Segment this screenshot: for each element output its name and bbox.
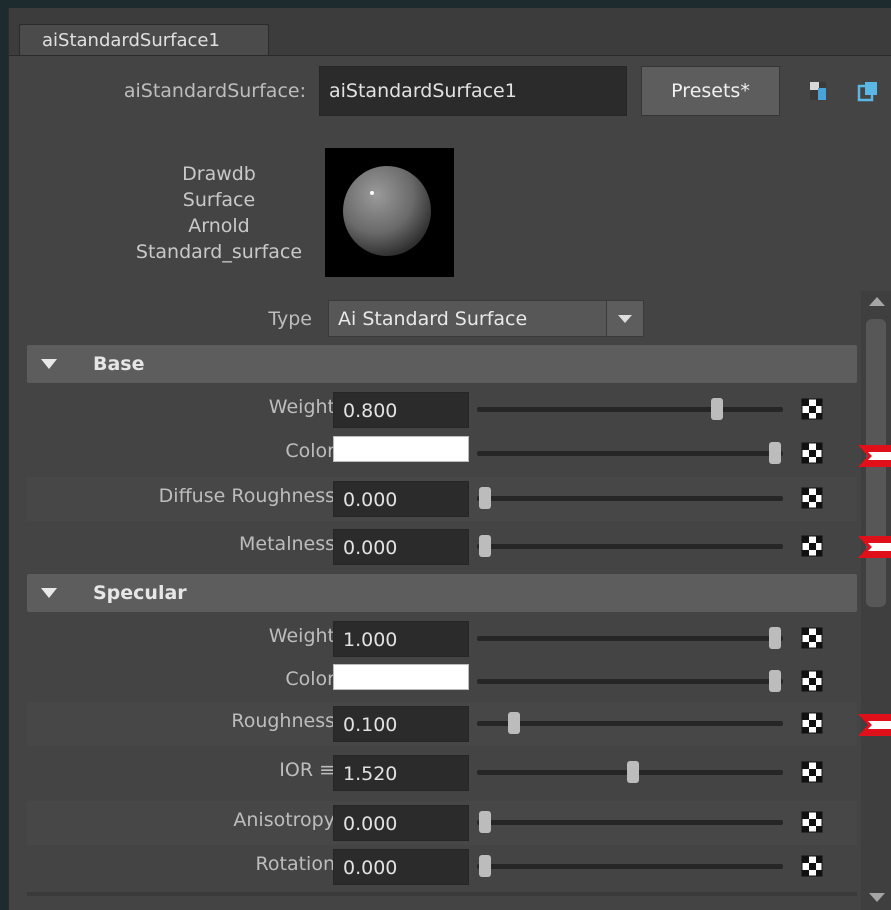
slider-track[interactable] bbox=[477, 761, 783, 783]
collapse-triangle-icon[interactable] bbox=[41, 359, 57, 369]
type-dropdown[interactable]: Ai Standard Surface bbox=[328, 300, 644, 337]
tab-bar: aiStandardSurface1 bbox=[9, 8, 891, 56]
slider-track[interactable] bbox=[477, 487, 783, 509]
attr-row-ior: IOR ≡ 1.520 bbox=[27, 751, 857, 795]
slider-track[interactable] bbox=[477, 811, 783, 833]
keyframe-marker-icon bbox=[858, 714, 891, 736]
slider-handle[interactable] bbox=[769, 442, 781, 464]
keyframe-marker-icon bbox=[858, 536, 891, 558]
attribute-editor-panel: aiStandardSurface1 aiStandardSurface: ai… bbox=[8, 8, 891, 910]
color-swatch[interactable] bbox=[333, 436, 469, 462]
slider-track[interactable] bbox=[477, 670, 783, 692]
anisotropy-field[interactable]: 0.000 bbox=[333, 805, 469, 841]
swatch-label-line: Arnold bbox=[188, 215, 250, 237]
map-texture-icon[interactable] bbox=[801, 627, 823, 649]
map-texture-icon[interactable] bbox=[801, 442, 823, 464]
slider-handle[interactable] bbox=[479, 855, 491, 877]
slider-track[interactable] bbox=[477, 535, 783, 557]
slider-handle[interactable] bbox=[711, 398, 723, 420]
tab-aistandardsurface1[interactable]: aiStandardSurface1 bbox=[19, 24, 269, 56]
rotation-field[interactable]: 0.000 bbox=[333, 849, 469, 885]
slider-handle[interactable] bbox=[479, 535, 491, 557]
attr-label: Diffuse Roughness bbox=[158, 485, 335, 507]
tab-divider bbox=[9, 55, 891, 56]
attr-row-specular-color: Color bbox=[27, 660, 857, 704]
map-texture-icon[interactable] bbox=[801, 398, 823, 420]
attr-label: Roughness bbox=[231, 710, 335, 732]
specular-weight-field[interactable]: 1.000 bbox=[333, 621, 469, 657]
metalness-field[interactable]: 0.000 bbox=[333, 529, 469, 565]
slider-handle[interactable] bbox=[479, 487, 491, 509]
attr-row-specular-weight: Weight 1.000 bbox=[27, 617, 857, 661]
slider-handle[interactable] bbox=[626, 761, 639, 783]
chevron-down-icon[interactable] bbox=[606, 301, 643, 336]
swatch-label-line: Surface bbox=[182, 189, 256, 211]
slider-track[interactable] bbox=[477, 855, 783, 877]
scroll-up-arrow-icon[interactable] bbox=[869, 297, 885, 306]
map-texture-icon[interactable] bbox=[801, 855, 823, 877]
color-swatch[interactable] bbox=[333, 664, 469, 690]
attr-label: Anisotropy bbox=[233, 809, 335, 831]
section-divider bbox=[27, 892, 857, 896]
section-title: Specular bbox=[93, 582, 187, 604]
section-title: Base bbox=[93, 353, 145, 375]
attr-row-roughness: Roughness 0.100 bbox=[27, 702, 857, 746]
swatch-description: Drawdb Surface Arnold Standard_surface bbox=[119, 161, 319, 265]
type-dropdown-value: Ai Standard Surface bbox=[338, 308, 528, 330]
slider-track[interactable] bbox=[477, 712, 783, 734]
map-texture-icon[interactable] bbox=[801, 712, 823, 734]
diffuse-roughness-field[interactable]: 0.000 bbox=[333, 481, 469, 517]
slider-handle[interactable] bbox=[479, 811, 491, 833]
section-header-specular[interactable]: Specular bbox=[27, 574, 857, 612]
swatch-label-line: Standard_surface bbox=[135, 241, 303, 263]
scroll-down-arrow-icon[interactable] bbox=[869, 893, 885, 902]
keyframe-marker-icon bbox=[858, 445, 891, 467]
vertical-scrollbar[interactable] bbox=[861, 291, 891, 910]
attr-row-diffuse-roughness: Diffuse Roughness 0.000 bbox=[27, 477, 857, 521]
map-texture-icon[interactable] bbox=[801, 535, 823, 557]
attr-label: Metalness bbox=[239, 533, 335, 555]
collapse-triangle-icon[interactable] bbox=[41, 588, 57, 598]
node-type-label: aiStandardSurface: bbox=[123, 80, 306, 102]
attr-label: Color bbox=[285, 440, 335, 462]
slider-track[interactable] bbox=[477, 627, 783, 649]
attr-row-anisotropy: Anisotropy 0.000 bbox=[27, 801, 857, 845]
node-name-field[interactable]: aiStandardSurface1 bbox=[319, 66, 627, 116]
map-texture-icon[interactable] bbox=[801, 670, 823, 692]
roughness-field[interactable]: 0.100 bbox=[333, 706, 469, 742]
attr-label: Rotation bbox=[255, 853, 335, 875]
swatch-label-line: Drawdb bbox=[182, 163, 256, 185]
map-texture-icon[interactable] bbox=[801, 811, 823, 833]
attr-row-base-weight: Weight 0.800 bbox=[27, 388, 857, 432]
slider-handle[interactable] bbox=[769, 670, 781, 692]
type-label: Type bbox=[268, 308, 312, 330]
ior-field[interactable]: 1.520 bbox=[333, 755, 469, 791]
map-texture-icon[interactable] bbox=[801, 487, 823, 509]
focus-icon[interactable] bbox=[807, 80, 829, 102]
attr-row-rotation: Rotation 0.000 bbox=[27, 845, 857, 889]
presets-button[interactable]: Presets* bbox=[641, 66, 780, 116]
slider-handle[interactable] bbox=[769, 627, 781, 649]
slider-handle[interactable] bbox=[508, 712, 520, 734]
section-header-base[interactable]: Base bbox=[27, 345, 857, 383]
attr-label: Weight bbox=[268, 625, 335, 647]
attr-label: Weight bbox=[268, 396, 335, 418]
weight-field[interactable]: 0.800 bbox=[333, 392, 469, 428]
copy-tab-icon[interactable] bbox=[857, 80, 879, 102]
attr-label: Color bbox=[285, 668, 335, 690]
material-swatch[interactable] bbox=[325, 148, 454, 277]
slider-track[interactable] bbox=[477, 398, 783, 420]
slider-track[interactable] bbox=[477, 442, 783, 464]
attr-row-metalness: Metalness 0.000 bbox=[27, 525, 857, 569]
attr-row-base-color: Color bbox=[27, 432, 857, 476]
attr-label: IOR ≡ bbox=[279, 759, 335, 781]
map-texture-icon[interactable] bbox=[801, 761, 823, 783]
